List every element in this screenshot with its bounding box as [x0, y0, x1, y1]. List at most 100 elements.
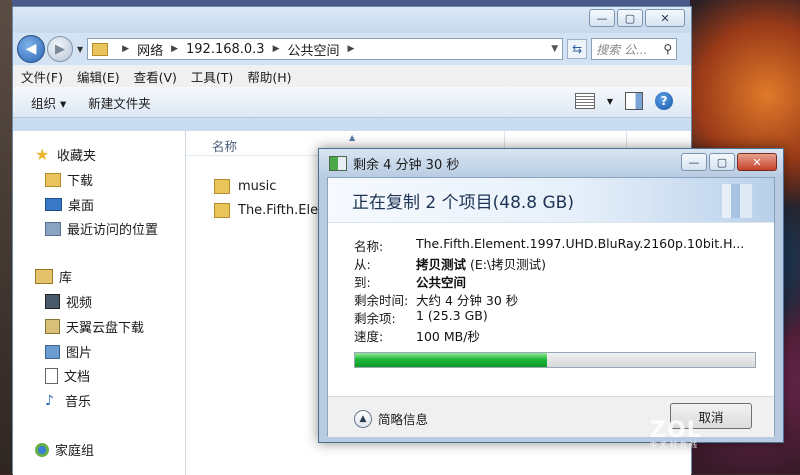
- history-dropdown-icon[interactable]: ▼: [77, 45, 83, 54]
- nav-desktop-label: 桌面: [68, 199, 95, 214]
- nav-videos[interactable]: 视频: [45, 292, 92, 311]
- detail-name-row: 名称: The.Fifth.Element.1997.UHD.BluRay.21…: [354, 236, 744, 255]
- breadcrumb-ip[interactable]: 192.168.0.3: [186, 42, 265, 57]
- items-left-label: 剩余项:: [354, 311, 396, 326]
- menu-bar: 文件(F) 编辑(E) 查看(V) 工具(T) 帮助(H): [13, 65, 691, 87]
- documents-icon: [45, 367, 58, 384]
- nav-documents[interactable]: 文档: [45, 366, 90, 385]
- dialog-heading-banner: 正在复制 2 个项目(48.8 GB): [328, 178, 774, 223]
- minimize-button[interactable]: —: [589, 9, 615, 27]
- downloads-folder-icon: [45, 172, 61, 187]
- file-row-music[interactable]: music: [214, 179, 276, 194]
- breadcrumb-separator-icon[interactable]: ▶: [171, 44, 178, 54]
- menu-tools[interactable]: 工具(T): [191, 67, 233, 86]
- nav-downloads[interactable]: 下载: [45, 170, 93, 189]
- watermark-subtext: 中关村在线: [650, 441, 700, 449]
- network-folder-icon: [92, 42, 109, 56]
- breadcrumb-separator-icon[interactable]: ▶: [122, 44, 129, 54]
- nav-libraries[interactable]: 库: [35, 267, 72, 286]
- address-bar[interactable]: ▶ 网络 ▶ 192.168.0.3 ▶ 公共空间 ▶ ▼: [87, 38, 564, 60]
- help-icon[interactable]: ?: [655, 92, 673, 110]
- detail-time-row: 剩余时间: 大约 4 分钟 30 秒: [354, 290, 518, 309]
- explorer-title-bar[interactable]: — ▢ ✕: [13, 7, 691, 33]
- nav-tianyi[interactable]: 天翼云盘下载: [45, 317, 144, 336]
- chevron-up-icon: ▲: [354, 409, 372, 428]
- videos-icon: [45, 294, 60, 309]
- new-folder-button[interactable]: 新建文件夹: [88, 93, 151, 112]
- forward-arrow-icon[interactable]: ▶: [47, 36, 73, 62]
- view-dropdown-icon[interactable]: ▼: [607, 97, 613, 106]
- to-folder[interactable]: 公共空间: [416, 275, 466, 290]
- dialog-footer: ▲ 简略信息 取消: [328, 396, 774, 437]
- copy-progress-icon: [329, 155, 347, 171]
- nav-pictures-label: 图片: [66, 346, 93, 361]
- detail-to-row: 到: 公共空间: [354, 272, 466, 291]
- sort-arrow-icon: ▲: [349, 133, 356, 142]
- items-left-value: 1 (25.3 GB): [416, 308, 488, 323]
- refresh-icon[interactable]: ⇆: [567, 39, 588, 59]
- nav-homegroup[interactable]: 家庭组: [35, 440, 94, 459]
- speed-value: 100 MB/秒: [416, 329, 480, 344]
- libraries-icon: [35, 269, 53, 284]
- detail-from-row: 从: 拷贝测试 (E:\拷贝测试): [354, 254, 546, 273]
- cloud-download-icon: [45, 319, 60, 334]
- nav-favorites[interactable]: ★ 收藏夹: [35, 145, 96, 164]
- nav-recent-label: 最近访问的位置: [67, 223, 159, 238]
- back-arrow-icon[interactable]: ◀: [17, 35, 45, 63]
- progress-fill: [355, 353, 547, 367]
- organize-button[interactable]: 组织 ▾: [31, 93, 66, 112]
- nav-homegroup-label: 家庭组: [55, 444, 95, 459]
- dialog-close-button[interactable]: ✕: [737, 153, 777, 171]
- breadcrumb-share[interactable]: 公共空间: [288, 40, 340, 59]
- name-value: The.Fifth.Element.1997.UHD.BluRay.2160p.…: [416, 236, 745, 251]
- search-icon[interactable]: ⚲: [663, 42, 672, 56]
- menu-file[interactable]: 文件(F): [21, 67, 63, 86]
- time-left-value: 大约 4 分钟 30 秒: [416, 293, 519, 308]
- nav-downloads-label: 下载: [67, 174, 94, 189]
- nav-favorites-label: 收藏夹: [57, 149, 97, 164]
- menu-help[interactable]: 帮助(H): [247, 67, 291, 86]
- recent-places-icon: [45, 221, 61, 236]
- desktop-left-strip: [0, 0, 12, 474]
- file-name: music: [238, 179, 277, 194]
- dialog-title-bar[interactable]: 剩余 4 分钟 30 秒 — ▢ ✕: [319, 149, 783, 177]
- speed-label: 速度:: [354, 329, 384, 344]
- star-icon: ★: [35, 144, 50, 164]
- address-dropdown-icon[interactable]: ▼: [551, 44, 558, 54]
- maximize-button[interactable]: ▢: [617, 9, 643, 27]
- desktop-icon: [45, 198, 62, 211]
- detail-items-row: 剩余项: 1 (25.3 GB): [354, 308, 488, 327]
- nav-recent[interactable]: 最近访问的位置: [45, 219, 158, 238]
- close-button[interactable]: ✕: [645, 9, 685, 27]
- menu-edit[interactable]: 编辑(E): [77, 67, 120, 86]
- nav-documents-label: 文档: [64, 370, 91, 385]
- nav-music[interactable]: ♪ 音乐: [45, 391, 91, 411]
- search-placeholder: 搜索 公...: [596, 42, 648, 57]
- column-name-header[interactable]: 名称: [212, 136, 237, 155]
- copy-heading: 正在复制 2 个项目(48.8 GB): [352, 192, 574, 213]
- pictures-icon: [45, 344, 60, 359]
- zol-watermark-logo: ZOL 中关村在线: [650, 418, 702, 450]
- nav-pictures[interactable]: 图片: [45, 342, 92, 361]
- breadcrumb-separator-icon[interactable]: ▶: [348, 44, 355, 54]
- breadcrumb-separator-icon[interactable]: ▶: [273, 44, 280, 54]
- menu-view[interactable]: 查看(V): [134, 67, 177, 86]
- search-input[interactable]: 搜索 公... ⚲: [591, 38, 678, 60]
- nav-videos-label: 视频: [66, 296, 93, 311]
- detail-speed-row: 速度: 100 MB/秒: [354, 326, 480, 345]
- less-info-label: 简略信息: [378, 412, 429, 427]
- breadcrumb-network[interactable]: 网络: [137, 40, 163, 59]
- name-label: 名称:: [354, 239, 384, 254]
- dialog-minimize-button[interactable]: —: [681, 153, 707, 171]
- nav-tianyi-label: 天翼云盘下载: [66, 321, 145, 336]
- from-folder[interactable]: 拷贝测试: [416, 257, 466, 272]
- preview-pane-icon[interactable]: [625, 92, 643, 110]
- banner-decoration: [722, 184, 752, 218]
- less-info-toggle[interactable]: ▲ 简略信息: [354, 409, 428, 428]
- nav-desktop[interactable]: 桌面: [45, 195, 94, 214]
- to-label: 到:: [354, 275, 371, 290]
- copy-progress-dialog: 剩余 4 分钟 30 秒 — ▢ ✕ 正在复制 2 个项目(48.8 GB) 名…: [318, 148, 784, 443]
- view-options-icon[interactable]: [574, 93, 595, 109]
- dialog-maximize-button[interactable]: ▢: [709, 153, 735, 171]
- from-path: (E:\拷贝测试): [466, 257, 547, 272]
